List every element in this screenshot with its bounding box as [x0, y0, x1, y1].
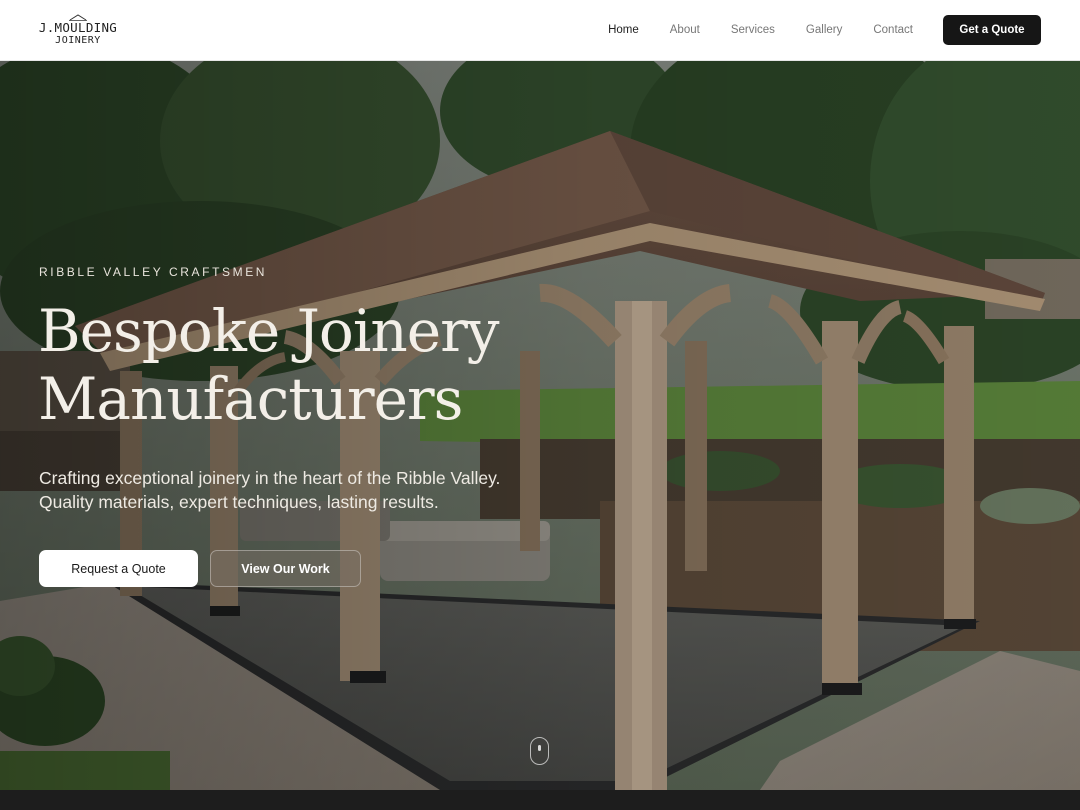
- hero-title: Bespoke Joinery Manufacturers: [38, 297, 500, 433]
- nav-about[interactable]: About: [670, 24, 700, 36]
- main-nav: Home About Services Gallery Contact Get …: [577, 15, 1041, 45]
- hero-kicker: RIBBLE VALLEY CRAFTSMEN: [39, 265, 268, 279]
- hero-section: RIBBLE VALLEY CRAFTSMEN Bespoke Joinery …: [0, 61, 1080, 790]
- nav-gallery[interactable]: Gallery: [806, 24, 842, 36]
- get-quote-button[interactable]: Get a Quote: [943, 15, 1041, 45]
- view-work-button[interactable]: View Our Work: [210, 550, 361, 587]
- brand-logo[interactable]: J.MOULDING JOINERY: [39, 14, 117, 47]
- request-quote-button[interactable]: Request a Quote: [39, 550, 198, 587]
- brand-subname: JOINERY: [55, 35, 101, 47]
- nav-home[interactable]: Home: [608, 24, 639, 36]
- hero-title-line2: Manufacturers: [38, 365, 463, 433]
- brand-name: J.MOULDING: [38, 19, 118, 35]
- nav-services[interactable]: Services: [731, 24, 775, 36]
- site-header: J.MOULDING JOINERY Home About Services G…: [0, 0, 1080, 61]
- scroll-dot: [538, 745, 541, 751]
- next-section-band: [0, 790, 1080, 810]
- nav-contact[interactable]: Contact: [873, 24, 913, 36]
- hero-subtitle: Crafting exceptional joinery in the hear…: [39, 468, 501, 512]
- mouse-scroll-icon[interactable]: [530, 737, 549, 765]
- hero-title-line1: Bespoke Joinery: [38, 297, 500, 365]
